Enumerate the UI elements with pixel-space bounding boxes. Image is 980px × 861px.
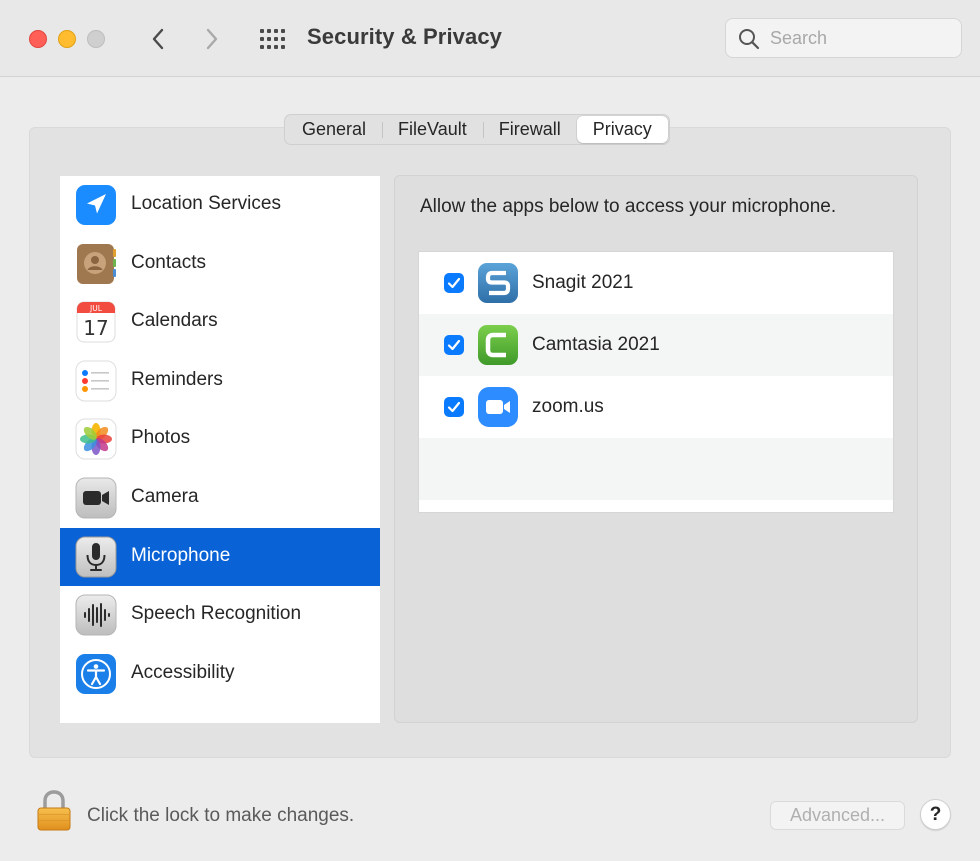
app-list: Snagit 2021 Camtasia 2021 zoom.us xyxy=(418,251,894,513)
tab-bar: General FileVault Firewall Privacy xyxy=(284,114,670,145)
app-row-zoom: zoom.us xyxy=(419,376,893,438)
sidebar-item-label: Calendars xyxy=(131,310,218,331)
sidebar-item-label: Accessibility xyxy=(131,662,235,683)
snagit-checkbox[interactable] xyxy=(444,273,464,293)
app-name: Camtasia 2021 xyxy=(532,334,660,355)
permissions-heading: Allow the apps below to access your micr… xyxy=(420,196,837,217)
search-field[interactable] xyxy=(725,18,962,58)
app-name: zoom.us xyxy=(532,396,604,417)
minimize-button[interactable] xyxy=(58,30,76,48)
zoom-button[interactable] xyxy=(87,30,105,48)
close-button[interactable] xyxy=(29,30,47,48)
sidebar-item-location-services[interactable]: Location Services xyxy=(60,176,380,234)
chevron-right-icon xyxy=(206,28,218,50)
sidebar-item-photos[interactable]: Photos xyxy=(60,410,380,468)
grid-icon xyxy=(260,29,285,49)
lock-status-text: Click the lock to make changes. xyxy=(87,805,355,826)
checkmark-icon xyxy=(447,277,461,289)
sidebar-item-camera[interactable]: Camera xyxy=(60,469,380,527)
forward-button[interactable] xyxy=(198,24,226,54)
accessibility-icon xyxy=(76,654,116,694)
camera-icon xyxy=(75,477,117,519)
security-privacy-window: Security & Privacy General FileVault Fir… xyxy=(0,0,980,861)
zoom-icon xyxy=(478,387,518,427)
toolbar: Security & Privacy xyxy=(0,0,980,77)
tab-privacy[interactable]: Privacy xyxy=(576,116,668,143)
search-icon xyxy=(739,29,760,50)
sidebar-item-label: Location Services xyxy=(131,193,281,214)
svg-text:17: 17 xyxy=(83,316,108,340)
reminders-icon xyxy=(75,360,117,402)
app-row-camtasia: Camtasia 2021 xyxy=(419,314,893,376)
zoom-checkbox[interactable] xyxy=(444,397,464,417)
sidebar-item-label: Reminders xyxy=(131,369,223,390)
lock-icon[interactable] xyxy=(36,790,72,832)
photos-icon xyxy=(75,418,117,460)
back-button[interactable] xyxy=(144,24,172,54)
snagit-icon xyxy=(478,263,518,303)
show-all-button[interactable] xyxy=(256,25,288,53)
checkmark-icon xyxy=(447,339,461,351)
tab-filevault[interactable]: FileVault xyxy=(382,116,483,143)
advanced-button[interactable]: Advanced... xyxy=(770,801,905,830)
sidebar-item-label: Speech Recognition xyxy=(131,603,302,624)
sidebar-item-speech-recognition[interactable]: Speech Recognition xyxy=(60,586,380,644)
sidebar-item-label: Contacts xyxy=(131,252,206,273)
sidebar-item-label: Camera xyxy=(131,486,199,507)
sidebar-item-label: Microphone xyxy=(131,545,231,566)
tab-firewall[interactable]: Firewall xyxy=(482,116,577,143)
contacts-icon xyxy=(77,244,116,284)
camtasia-checkbox[interactable] xyxy=(444,335,464,355)
sidebar-item-calendars[interactable]: JUL 17 Calendars xyxy=(60,293,380,351)
help-button[interactable]: ? xyxy=(920,799,951,830)
sidebar-item-reminders[interactable]: Reminders xyxy=(60,352,380,410)
empty-row xyxy=(419,438,893,500)
microphone-icon xyxy=(75,536,117,578)
tab-general[interactable]: General xyxy=(286,116,382,143)
svg-text:JUL: JUL xyxy=(89,304,103,313)
chevron-left-icon xyxy=(152,28,164,50)
window-title: Security & Privacy xyxy=(307,24,503,49)
sidebar-item-microphone[interactable]: Microphone xyxy=(60,528,380,586)
app-name: Snagit 2021 xyxy=(532,272,634,293)
speech-recognition-icon xyxy=(75,594,117,636)
sidebar-item-accessibility[interactable]: Accessibility xyxy=(60,645,380,703)
checkmark-icon xyxy=(447,401,461,413)
camtasia-icon xyxy=(478,325,518,365)
app-row-snagit: Snagit 2021 xyxy=(419,252,893,314)
calendar-icon: JUL 17 xyxy=(76,301,116,343)
location-arrow-icon xyxy=(76,185,116,225)
sidebar-item-contacts[interactable]: Contacts xyxy=(60,235,380,293)
privacy-category-list: Location Services Contacts JUL 17 Calend… xyxy=(60,176,380,723)
search-input[interactable] xyxy=(770,27,950,49)
sidebar-item-label: Photos xyxy=(131,427,191,448)
